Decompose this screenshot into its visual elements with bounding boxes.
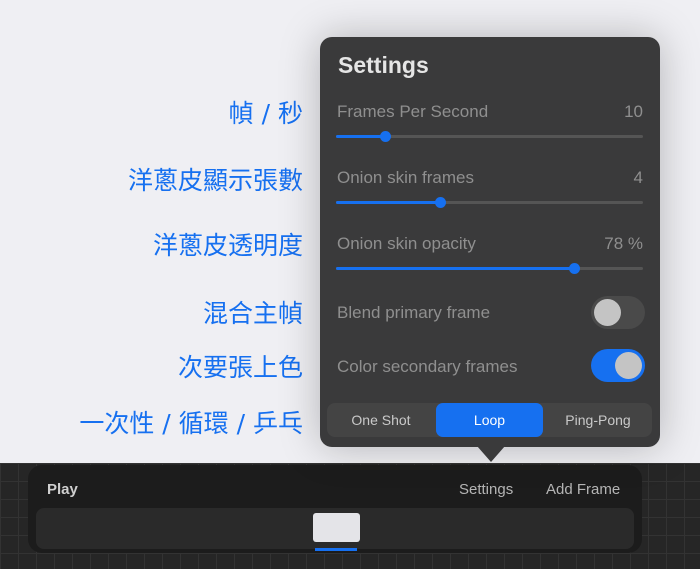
onion-opacity-label: Onion skin opacity: [337, 234, 476, 253]
onion-frames-label: Onion skin frames: [337, 168, 474, 187]
popover-arrow: [477, 446, 505, 462]
color-secondary-label: Color secondary frames: [337, 357, 518, 376]
fps-label: Frames Per Second: [337, 102, 489, 121]
slider-thumb[interactable]: [380, 131, 392, 142]
annotation-onion-opacity: 洋蔥皮透明度: [152, 231, 303, 260]
timeline-panel: Play Settings Add Frame: [28, 465, 642, 553]
frame-strip: [36, 508, 634, 549]
fps-slider[interactable]: [336, 131, 643, 142]
settings-popover: Settings Frames Per Second 10 Onion skin…: [320, 37, 660, 447]
fps-value: 10: [624, 102, 643, 121]
annotation-modes: 一次性 / 循環 / 乒乓: [79, 409, 303, 438]
playback-mode-segmented: One Shot Loop Ping-Pong: [327, 403, 652, 437]
popover-title: Settings: [338, 52, 429, 78]
onion-opacity-value: 78 %: [604, 234, 643, 253]
onion-frames-slider[interactable]: [336, 197, 643, 208]
settings-button[interactable]: Settings: [459, 481, 513, 498]
slider-thumb[interactable]: [435, 197, 447, 208]
annotation-blend: 混合主幀: [202, 299, 303, 328]
color-secondary-toggle[interactable]: [591, 349, 645, 382]
annotation-color-secondary: 次要張上色: [177, 353, 303, 382]
mode-one-shot[interactable]: One Shot: [327, 403, 435, 437]
add-frame-button[interactable]: Add Frame: [546, 481, 620, 498]
onion-frames-value: 4: [633, 168, 643, 187]
annotation-onion-frames: 洋蔥皮顯示張數: [127, 166, 303, 195]
mode-loop[interactable]: Loop: [436, 403, 543, 437]
mode-ping-pong[interactable]: Ping-Pong: [544, 403, 652, 437]
slider-thumb[interactable]: [568, 263, 580, 274]
blend-primary-toggle[interactable]: [591, 296, 645, 329]
onion-opacity-slider[interactable]: [336, 263, 643, 274]
play-button[interactable]: Play: [47, 481, 78, 498]
annotation-fps: 幀 / 秒: [228, 99, 303, 128]
frame-thumbnail[interactable]: [313, 513, 360, 542]
selected-frame-indicator: [315, 548, 357, 551]
blend-primary-label: Blend primary frame: [337, 303, 491, 322]
